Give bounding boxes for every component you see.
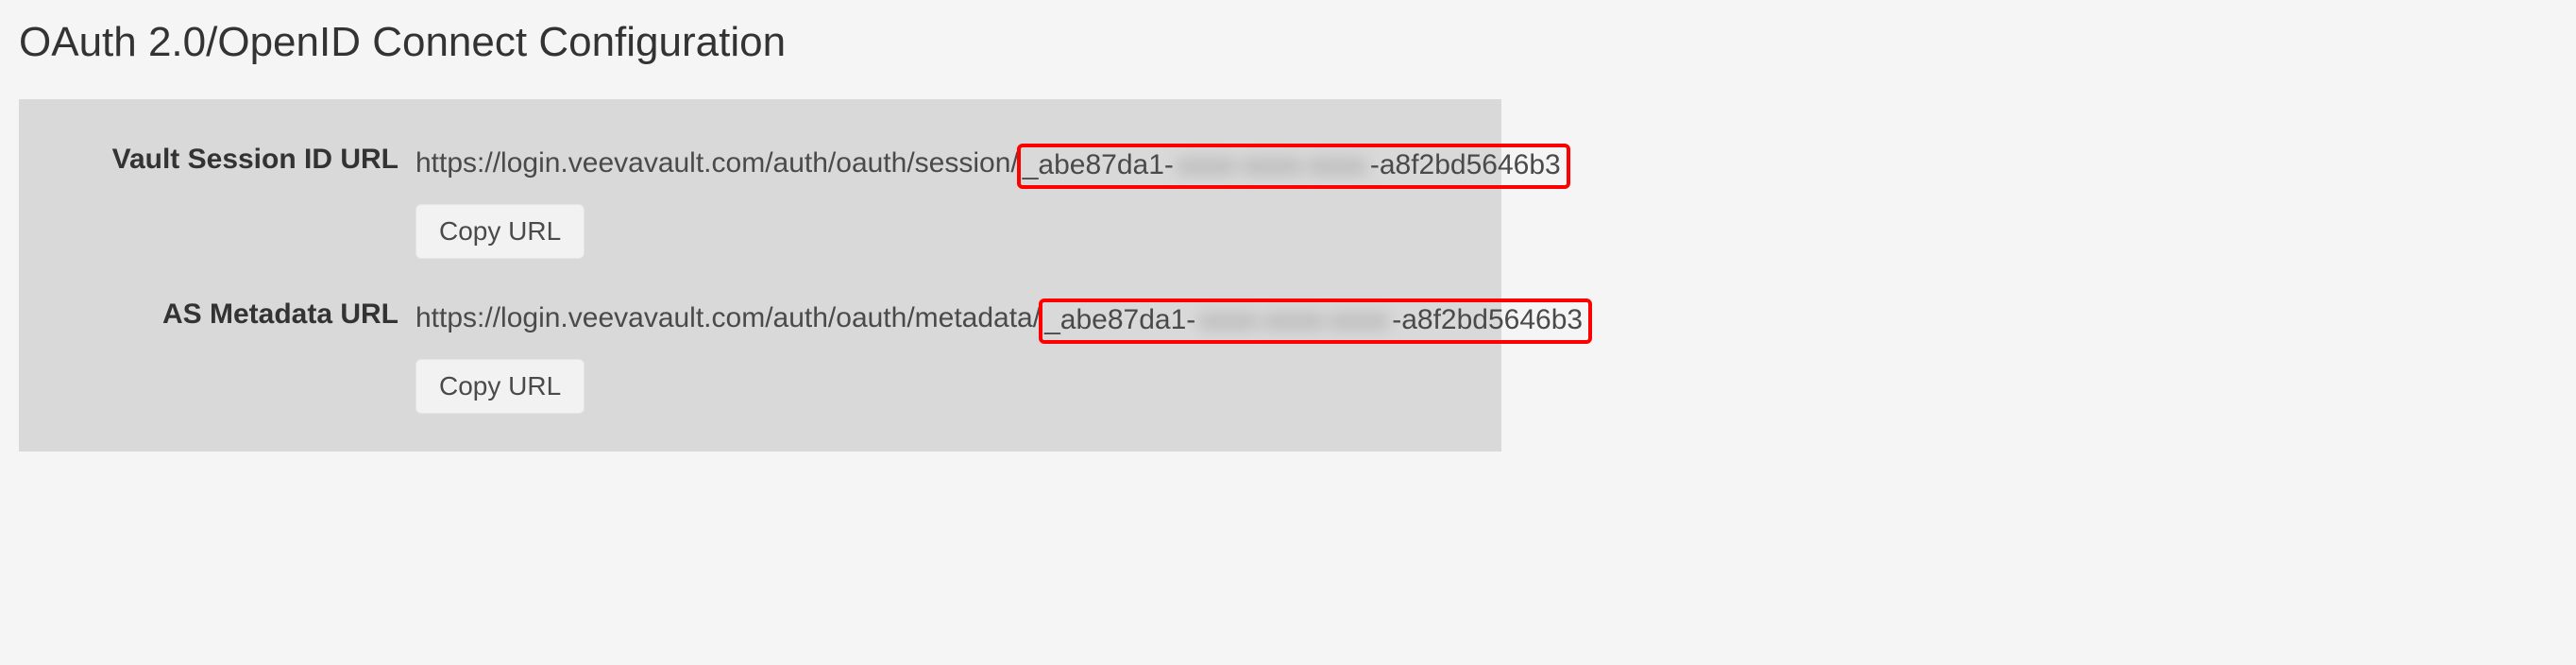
highlighted-id: _abe87da1-xxxx-xxxx-xxxx-a8f2bd5646b3 xyxy=(1039,298,1592,344)
page-title: OAuth 2.0/OpenID Connect Configuration xyxy=(19,19,2557,66)
url-prefix: https://login.veevavault.com/auth/oauth/… xyxy=(415,147,1019,179)
url-value: https://login.veevavault.com/auth/oauth/… xyxy=(415,142,1570,187)
highlighted-id: _abe87da1-xxxx-xxxx-xxxx-a8f2bd5646b3 xyxy=(1017,144,1570,189)
id-trailing: -a8f2bd5646b3 xyxy=(1392,304,1583,336)
id-leading: _abe87da1- xyxy=(1023,149,1174,181)
config-row-vault-session-id-url: Vault Session ID URL https://login.veeva… xyxy=(57,142,1464,259)
config-value: https://login.veevavault.com/auth/oauth/… xyxy=(415,297,1592,414)
config-panel: Vault Session ID URL https://login.veeva… xyxy=(19,99,1501,452)
id-redacted: xxxx-xxxx-xxxx xyxy=(1178,149,1366,181)
copy-url-button[interactable]: Copy URL xyxy=(415,359,585,414)
url-value: https://login.veevavault.com/auth/oauth/… xyxy=(415,297,1592,342)
config-label: AS Metadata URL xyxy=(57,297,415,331)
config-value: https://login.veevavault.com/auth/oauth/… xyxy=(415,142,1570,259)
copy-url-button[interactable]: Copy URL xyxy=(415,204,585,259)
id-leading: _abe87da1- xyxy=(1044,304,1195,336)
id-trailing: -a8f2bd5646b3 xyxy=(1370,149,1561,181)
id-redacted: xxxx-xxxx-xxxx xyxy=(1199,304,1388,336)
url-prefix: https://login.veevavault.com/auth/oauth/… xyxy=(415,302,1041,334)
config-label: Vault Session ID URL xyxy=(57,142,415,176)
config-row-as-metadata-url: AS Metadata URL https://login.veevavault… xyxy=(57,297,1464,414)
